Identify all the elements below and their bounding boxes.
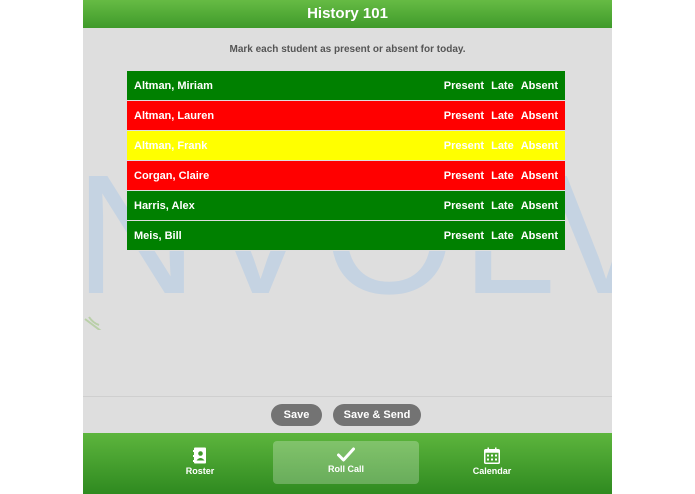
leaf-decoration-icon xyxy=(83,140,123,155)
instructions-text: Mark each student as present or absent f… xyxy=(229,44,466,55)
student-row[interactable]: Meis, Bill Present Late Absent xyxy=(127,221,565,251)
tab-roster-label: Roster xyxy=(185,466,215,476)
late-option[interactable]: Late xyxy=(491,200,514,212)
student-name: Altman, Lauren xyxy=(134,109,215,122)
app-window: History 101 NVOLVE Mark each student as … xyxy=(83,0,612,494)
save-and-send-button[interactable]: Save & Send xyxy=(333,404,421,426)
present-option[interactable]: Present xyxy=(444,140,484,152)
student-name: Altman, Miriam xyxy=(134,79,213,92)
student-row[interactable]: Altman, Miriam Present Late Absent xyxy=(127,71,565,101)
late-option[interactable]: Late xyxy=(491,110,514,122)
student-name: Harris, Alex xyxy=(134,199,195,212)
calendar-icon xyxy=(484,447,500,464)
tab-roll-call-label: Roll Call xyxy=(327,464,364,474)
present-option[interactable]: Present xyxy=(444,80,484,92)
student-row[interactable]: Harris, Alex Present Late Absent xyxy=(127,191,565,221)
late-option[interactable]: Late xyxy=(491,170,514,182)
late-option[interactable]: Late xyxy=(491,80,514,92)
present-option[interactable]: Present xyxy=(444,110,484,122)
save-button[interactable]: Save xyxy=(271,404,322,426)
footer-divider xyxy=(83,396,612,397)
absent-option[interactable]: Absent xyxy=(521,140,558,152)
bird-decoration-icon xyxy=(84,316,102,330)
student-row[interactable]: Altman, Frank Present Late Absent xyxy=(127,131,565,161)
late-option[interactable]: Late xyxy=(491,230,514,242)
contact-book-icon xyxy=(193,447,206,464)
late-option[interactable]: Late xyxy=(491,140,514,152)
present-option[interactable]: Present xyxy=(444,200,484,212)
tab-roster[interactable]: Roster xyxy=(127,441,273,484)
absent-option[interactable]: Absent xyxy=(521,170,558,182)
student-row[interactable]: Corgan, Claire Present Late Absent xyxy=(127,161,565,191)
present-option[interactable]: Present xyxy=(444,230,484,242)
checkmark-icon xyxy=(337,447,355,462)
tab-calendar-label: Calendar xyxy=(472,466,512,476)
student-list: Altman, Miriam Present Late Absent Altma… xyxy=(127,71,565,251)
absent-option[interactable]: Absent xyxy=(521,80,558,92)
present-option[interactable]: Present xyxy=(444,170,484,182)
student-name: Meis, Bill xyxy=(134,229,182,242)
absent-option[interactable]: Absent xyxy=(521,200,558,212)
bottom-tab-bar: Roster Roll Call Calendar xyxy=(83,433,612,494)
student-name: Corgan, Claire xyxy=(134,169,210,182)
student-name: Altman, Frank xyxy=(134,139,208,152)
tab-calendar[interactable]: Calendar xyxy=(419,441,565,484)
absent-option[interactable]: Absent xyxy=(521,110,558,122)
page-title: History 101 xyxy=(83,0,612,28)
student-row[interactable]: Altman, Lauren Present Late Absent xyxy=(127,101,565,131)
tab-roll-call[interactable]: Roll Call xyxy=(273,441,419,484)
absent-option[interactable]: Absent xyxy=(521,230,558,242)
